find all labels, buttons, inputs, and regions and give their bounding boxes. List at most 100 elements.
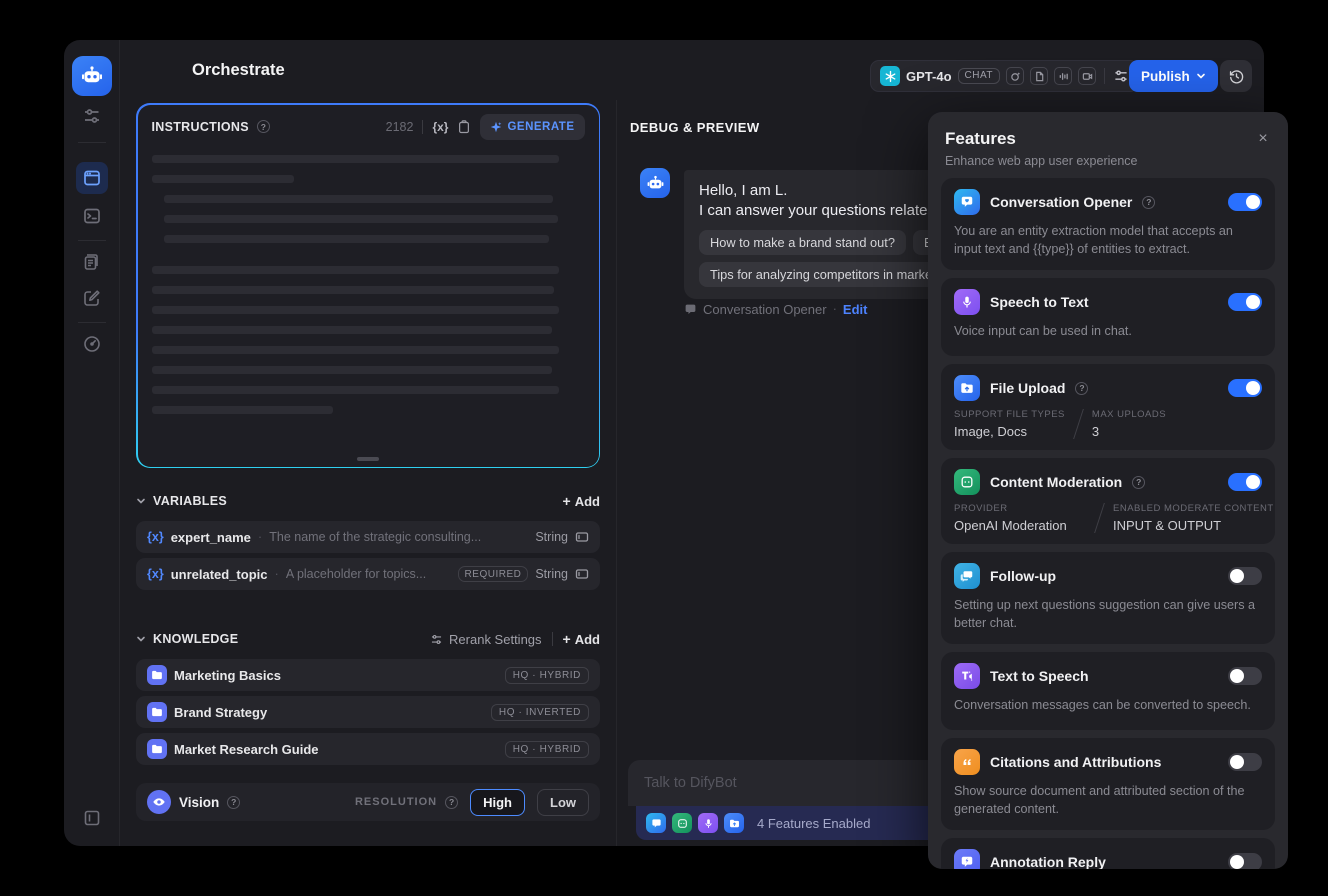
add-label: Add [574, 631, 600, 647]
feature-card-file-upload: File Upload SUPPORT FILE TYPES Image, Do… [941, 364, 1275, 450]
conversation-opener-icon [954, 189, 980, 215]
feature-description: Voice input can be used in chat. [954, 324, 1132, 338]
sidebar-item-monitoring[interactable] [76, 328, 108, 360]
suggestion-chip[interactable]: Tips for analyzing competitors in market [699, 262, 947, 287]
file-upload-toggle[interactable] [1228, 379, 1262, 397]
model-params-icon[interactable] [1113, 68, 1129, 84]
opener-tag: Conversation Opener [703, 301, 827, 317]
follow-up-toggle[interactable] [1228, 567, 1262, 585]
copy-clipboard-icon[interactable] [457, 119, 471, 134]
sidebar-item-annotations[interactable] [76, 282, 108, 314]
features-panel: Features Enhance web app user experience… [928, 112, 1288, 869]
resize-handle[interactable] [357, 456, 379, 461]
version-history-button[interactable] [1220, 60, 1252, 92]
publish-button[interactable]: Publish [1129, 60, 1218, 92]
sidebar-collapse-button[interactable] [80, 806, 104, 830]
knowledge-row[interactable]: Market Research Guide HQ · HYBRID [136, 733, 600, 765]
edit-opener-link[interactable]: Edit [843, 302, 868, 317]
help-icon [256, 120, 270, 133]
chat-input-placeholder: Talk to DifyBot [644, 775, 737, 791]
add-knowledge-button[interactable]: Add [563, 631, 600, 647]
content-moderation-toggle[interactable] [1228, 473, 1262, 491]
knowledge-title: KNOWLEDGE [153, 632, 239, 646]
meta-value: INPUT & OUTPUT [1113, 518, 1222, 533]
variable-row[interactable]: {x} expert_name The name of the strategi… [136, 521, 600, 553]
page-title: Orchestrate [192, 60, 285, 79]
sidebar-item-logs[interactable] [76, 246, 108, 278]
variable-token-icon: {x} [147, 530, 164, 544]
app-logo-robot-icon[interactable] [72, 56, 112, 96]
speech-to-text-toggle[interactable] [1228, 293, 1262, 311]
folder-icon [147, 702, 167, 722]
variable-description: The name of the strategic consulting... [269, 530, 482, 544]
citations-toggle[interactable] [1228, 753, 1262, 771]
knowledge-badge: HQ · INVERTED [490, 703, 589, 721]
vision-row: Vision RESOLUTION High Low [136, 783, 600, 821]
model-name: GPT-4o [906, 68, 952, 84]
input-field-icon [575, 567, 589, 581]
collapse-panel-icon [84, 810, 100, 826]
sidebar-item-api[interactable] [76, 200, 108, 232]
model-mode-badge: CHAT [957, 68, 1000, 84]
annotation-reply-toggle[interactable] [1228, 853, 1262, 869]
variable-token-icon: {x} [147, 567, 164, 581]
knowledge-row[interactable]: Brand Strategy HQ · INVERTED [136, 696, 600, 728]
content-moderation-mini-icon [672, 813, 692, 833]
meta-label: SUPPORT FILE TYPES [954, 409, 1065, 420]
text-to-speech-icon [954, 663, 980, 689]
resolution-low-button[interactable]: Low [537, 788, 589, 816]
knowledge-row[interactable]: Marketing Basics HQ · HYBRID [136, 659, 600, 691]
rerank-settings-button[interactable]: Rerank Settings [430, 632, 542, 647]
dot-separator [833, 300, 837, 318]
sidebar-item-settings[interactable] [76, 100, 108, 132]
text-to-speech-toggle[interactable] [1228, 667, 1262, 685]
screen: Orchestrate GPT-4o CHAT Publish INSTRUCT… [0, 0, 1328, 896]
content-moderation-icon [954, 469, 980, 495]
suggestion-chip[interactable]: How to make a brand stand out? [699, 230, 906, 255]
sidebar-item-orchestrate[interactable] [76, 162, 108, 194]
folder-icon [147, 739, 167, 759]
feature-card-conversation-opener: Conversation Opener You are an entity ex… [941, 178, 1275, 270]
chevron-down-icon[interactable] [136, 634, 146, 644]
model-selector[interactable]: GPT-4o CHAT [870, 60, 1139, 92]
feature-title: Speech to Text [990, 294, 1089, 310]
add-variable-button[interactable]: Add [563, 493, 600, 509]
knowledge-name: Marketing Basics [174, 667, 281, 683]
sidebar-divider [78, 142, 106, 143]
feature-title: Conversation Opener [990, 194, 1133, 210]
vision-capability-icon [1006, 67, 1024, 85]
feature-description: Show source document and attributed sect… [954, 784, 1245, 816]
panel-divider [616, 100, 617, 846]
feature-cards: Conversation Opener You are an entity ex… [941, 178, 1275, 869]
char-count: 2182 [385, 119, 414, 134]
insert-variable-button[interactable]: {x} [432, 120, 448, 134]
meta-value: Image, Docs [954, 424, 1027, 439]
knowledge-badge: HQ · HYBRID [504, 666, 589, 684]
dot-separator [274, 565, 278, 583]
resolution-high-button[interactable]: High [470, 788, 525, 816]
variable-description: A placeholder for topics... [285, 567, 427, 581]
instructions-text-skeleton[interactable] [151, 154, 585, 426]
generate-label: GENERATE [507, 120, 575, 133]
sidebar [64, 40, 120, 846]
knowledge-name: Market Research Guide [174, 741, 319, 757]
features-subtitle: Enhance web app user experience [945, 154, 1138, 168]
feature-description: Conversation messages can be converted t… [954, 698, 1251, 712]
conversation-opener-toggle[interactable] [1228, 193, 1262, 211]
variable-name: expert_name [170, 529, 251, 545]
chat-bubble-icon [684, 303, 697, 316]
help-icon [1075, 381, 1089, 395]
chevron-down-icon[interactable] [136, 496, 146, 506]
generate-button[interactable]: GENERATE [480, 113, 585, 140]
help-icon [445, 795, 459, 809]
meta-label: PROVIDER [954, 503, 1008, 514]
sparkle-icon [491, 121, 502, 132]
document-list-icon [84, 254, 98, 270]
close-icon[interactable] [1252, 128, 1274, 150]
feature-card-speech-to-text: Speech to Text Voice input can be used i… [941, 278, 1275, 356]
sidebar-divider [78, 322, 106, 323]
divider [422, 119, 424, 134]
variable-row[interactable]: {x} unrelated_topic A placeholder for to… [136, 558, 600, 590]
debug-preview-title: DEBUG & PREVIEW [630, 120, 760, 135]
sliders-icon [85, 109, 99, 123]
